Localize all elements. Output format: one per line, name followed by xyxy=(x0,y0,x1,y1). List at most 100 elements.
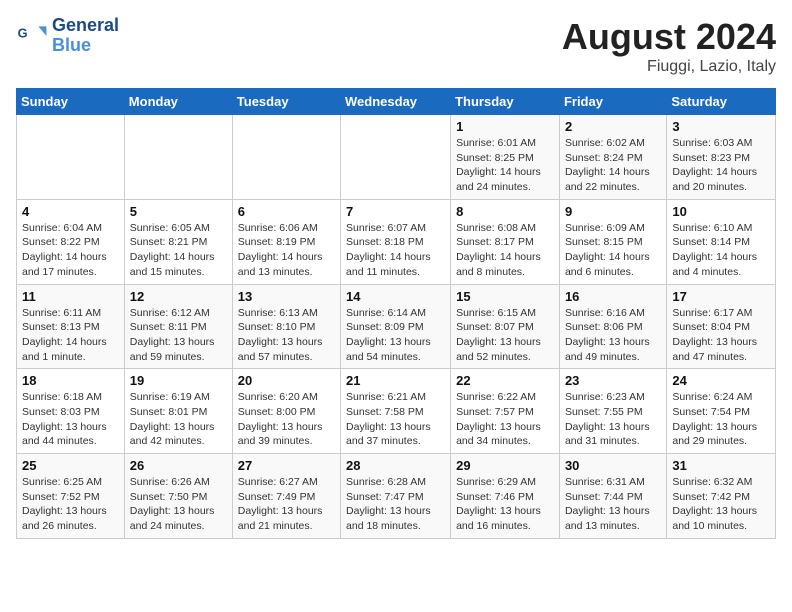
day-number: 16 xyxy=(565,289,661,304)
calendar-week-1: 1 Sunrise: 6:01 AMSunset: 8:25 PMDaylight… xyxy=(17,115,776,200)
day-info: Sunrise: 6:29 AMSunset: 7:46 PMDaylight:… xyxy=(456,475,554,534)
day-number: 19 xyxy=(130,373,227,388)
day-info: Sunrise: 6:12 AMSunset: 8:11 PMDaylight:… xyxy=(130,306,227,365)
calendar-week-3: 11Sunrise: 6:11 AMSunset: 8:13 PMDayligh… xyxy=(17,284,776,369)
day-number: 21 xyxy=(346,373,445,388)
day-info: Sunrise: 6:24 AMSunset: 7:54 PMDaylight:… xyxy=(672,390,770,449)
calendar-day: 7 Sunrise: 6:07 AMSunset: 8:18 PMDaylight… xyxy=(341,199,451,284)
day-number: 14 xyxy=(346,289,445,304)
day-number: 22 xyxy=(456,373,554,388)
calendar-day xyxy=(17,115,125,200)
day-number: 27 xyxy=(238,458,335,473)
col-wednesday: Wednesday xyxy=(341,89,451,115)
calendar-day: 11Sunrise: 6:11 AMSunset: 8:13 PMDayligh… xyxy=(17,284,125,369)
day-info: Sunrise: 6:15 AMSunset: 8:07 PMDaylight:… xyxy=(456,306,554,365)
day-number: 9 xyxy=(565,204,661,219)
day-info: Sunrise: 6:28 AMSunset: 7:47 PMDaylight:… xyxy=(346,475,445,534)
day-info: Sunrise: 6:08 AMSunset: 8:17 PMDaylight:… xyxy=(456,221,554,280)
calendar-day: 24Sunrise: 6:24 AMSunset: 7:54 PMDayligh… xyxy=(667,369,776,454)
day-number: 1 xyxy=(456,119,554,134)
calendar-week-5: 25 Sunrise: 6:25 AMSunset: 7:52 PMDayligh… xyxy=(17,454,776,539)
calendar-day: 16 Sunrise: 6:16 AMSunset: 8:06 PMDayligh… xyxy=(559,284,666,369)
calendar-day: 18Sunrise: 6:18 AMSunset: 8:03 PMDayligh… xyxy=(17,369,125,454)
calendar-day: 26Sunrise: 6:26 AMSunset: 7:50 PMDayligh… xyxy=(124,454,232,539)
day-info: Sunrise: 6:03 AMSunset: 8:23 PMDaylight:… xyxy=(672,136,770,195)
day-info: Sunrise: 6:02 AMSunset: 8:24 PMDaylight:… xyxy=(565,136,661,195)
calendar-day xyxy=(232,115,340,200)
day-info: Sunrise: 6:25 AMSunset: 7:52 PMDaylight:… xyxy=(22,475,119,534)
day-info: Sunrise: 6:05 AMSunset: 8:21 PMDaylight:… xyxy=(130,221,227,280)
calendar-day: 10 Sunrise: 6:10 AMSunset: 8:14 PMDayligh… xyxy=(667,199,776,284)
day-info: Sunrise: 6:31 AMSunset: 7:44 PMDaylight:… xyxy=(565,475,661,534)
day-info: Sunrise: 6:13 AMSunset: 8:10 PMDaylight:… xyxy=(238,306,335,365)
day-info: Sunrise: 6:09 AMSunset: 8:15 PMDaylight:… xyxy=(565,221,661,280)
calendar-day: 17 Sunrise: 6:17 AMSunset: 8:04 PMDayligh… xyxy=(667,284,776,369)
calendar-day: 4 Sunrise: 6:04 AMSunset: 8:22 PMDaylight… xyxy=(17,199,125,284)
calendar-day: 25 Sunrise: 6:25 AMSunset: 7:52 PMDayligh… xyxy=(17,454,125,539)
calendar-day: 12 Sunrise: 6:12 AMSunset: 8:11 PMDayligh… xyxy=(124,284,232,369)
col-tuesday: Tuesday xyxy=(232,89,340,115)
day-number: 10 xyxy=(672,204,770,219)
calendar-day: 2Sunrise: 6:02 AMSunset: 8:24 PMDaylight… xyxy=(559,115,666,200)
day-info: Sunrise: 6:27 AMSunset: 7:49 PMDaylight:… xyxy=(238,475,335,534)
calendar-day: 6Sunrise: 6:06 AMSunset: 8:19 PMDaylight… xyxy=(232,199,340,284)
col-thursday: Thursday xyxy=(451,89,560,115)
day-info: Sunrise: 6:32 AMSunset: 7:42 PMDaylight:… xyxy=(672,475,770,534)
calendar-day: 8 Sunrise: 6:08 AMSunset: 8:17 PMDaylight… xyxy=(451,199,560,284)
day-number: 17 xyxy=(672,289,770,304)
day-number: 30 xyxy=(565,458,661,473)
logo: G General Blue xyxy=(16,16,119,56)
col-saturday: Saturday xyxy=(667,89,776,115)
day-number: 28 xyxy=(346,458,445,473)
day-number: 7 xyxy=(346,204,445,219)
day-info: Sunrise: 6:26 AMSunset: 7:50 PMDaylight:… xyxy=(130,475,227,534)
logo-name: General xyxy=(52,16,119,36)
day-info: Sunrise: 6:22 AMSunset: 7:57 PMDaylight:… xyxy=(456,390,554,449)
title-block: August 2024 Fiuggi, Lazio, Italy xyxy=(562,16,776,76)
calendar-day: 29 Sunrise: 6:29 AMSunset: 7:46 PMDayligh… xyxy=(451,454,560,539)
day-number: 18 xyxy=(22,373,119,388)
day-info: Sunrise: 6:01 AMSunset: 8:25 PMDaylight:… xyxy=(456,136,554,195)
header-row: Sunday Monday Tuesday Wednesday Thursday… xyxy=(17,89,776,115)
calendar-week-4: 18Sunrise: 6:18 AMSunset: 8:03 PMDayligh… xyxy=(17,369,776,454)
day-info: Sunrise: 6:23 AMSunset: 7:55 PMDaylight:… xyxy=(565,390,661,449)
calendar-day: 19 Sunrise: 6:19 AMSunset: 8:01 PMDayligh… xyxy=(124,369,232,454)
day-info: Sunrise: 6:19 AMSunset: 8:01 PMDaylight:… xyxy=(130,390,227,449)
calendar-day: 21 Sunrise: 6:21 AMSunset: 7:58 PMDayligh… xyxy=(341,369,451,454)
day-number: 25 xyxy=(22,458,119,473)
day-number: 23 xyxy=(565,373,661,388)
day-number: 13 xyxy=(238,289,335,304)
day-info: Sunrise: 6:07 AMSunset: 8:18 PMDaylight:… xyxy=(346,221,445,280)
day-info: Sunrise: 6:16 AMSunset: 8:06 PMDaylight:… xyxy=(565,306,661,365)
day-info: Sunrise: 6:17 AMSunset: 8:04 PMDaylight:… xyxy=(672,306,770,365)
logo-text: General Blue xyxy=(52,16,119,56)
calendar-day: 22 Sunrise: 6:22 AMSunset: 7:57 PMDayligh… xyxy=(451,369,560,454)
day-number: 8 xyxy=(456,204,554,219)
day-info: Sunrise: 6:10 AMSunset: 8:14 PMDaylight:… xyxy=(672,221,770,280)
calendar-day: 27 Sunrise: 6:27 AMSunset: 7:49 PMDayligh… xyxy=(232,454,340,539)
day-info: Sunrise: 6:11 AMSunset: 8:13 PMDaylight:… xyxy=(22,306,119,365)
page-header: G General Blue August 2024 Fiuggi, Lazio… xyxy=(16,16,776,76)
calendar-table: Sunday Monday Tuesday Wednesday Thursday… xyxy=(16,88,776,539)
calendar-day: 31 Sunrise: 6:32 AMSunset: 7:42 PMDayligh… xyxy=(667,454,776,539)
col-monday: Monday xyxy=(124,89,232,115)
calendar-day: 30 Sunrise: 6:31 AMSunset: 7:44 PMDayligh… xyxy=(559,454,666,539)
day-number: 29 xyxy=(456,458,554,473)
calendar-day: 28 Sunrise: 6:28 AMSunset: 7:47 PMDayligh… xyxy=(341,454,451,539)
calendar-day xyxy=(124,115,232,200)
calendar-day: 9 Sunrise: 6:09 AMSunset: 8:15 PMDaylight… xyxy=(559,199,666,284)
calendar-day: 15 Sunrise: 6:15 AMSunset: 8:07 PMDayligh… xyxy=(451,284,560,369)
day-number: 31 xyxy=(672,458,770,473)
day-number: 4 xyxy=(22,204,119,219)
svg-text:G: G xyxy=(18,25,28,40)
day-info: Sunrise: 6:14 AMSunset: 8:09 PMDaylight:… xyxy=(346,306,445,365)
calendar-day: 5Sunrise: 6:05 AMSunset: 8:21 PMDaylight… xyxy=(124,199,232,284)
day-number: 6 xyxy=(238,204,335,219)
calendar-day: 3Sunrise: 6:03 AMSunset: 8:23 PMDaylight… xyxy=(667,115,776,200)
logo-icon: G xyxy=(16,20,48,52)
day-number: 12 xyxy=(130,289,227,304)
day-info: Sunrise: 6:21 AMSunset: 7:58 PMDaylight:… xyxy=(346,390,445,449)
day-number: 15 xyxy=(456,289,554,304)
day-info: Sunrise: 6:04 AMSunset: 8:22 PMDaylight:… xyxy=(22,221,119,280)
logo-name2: Blue xyxy=(52,36,119,56)
